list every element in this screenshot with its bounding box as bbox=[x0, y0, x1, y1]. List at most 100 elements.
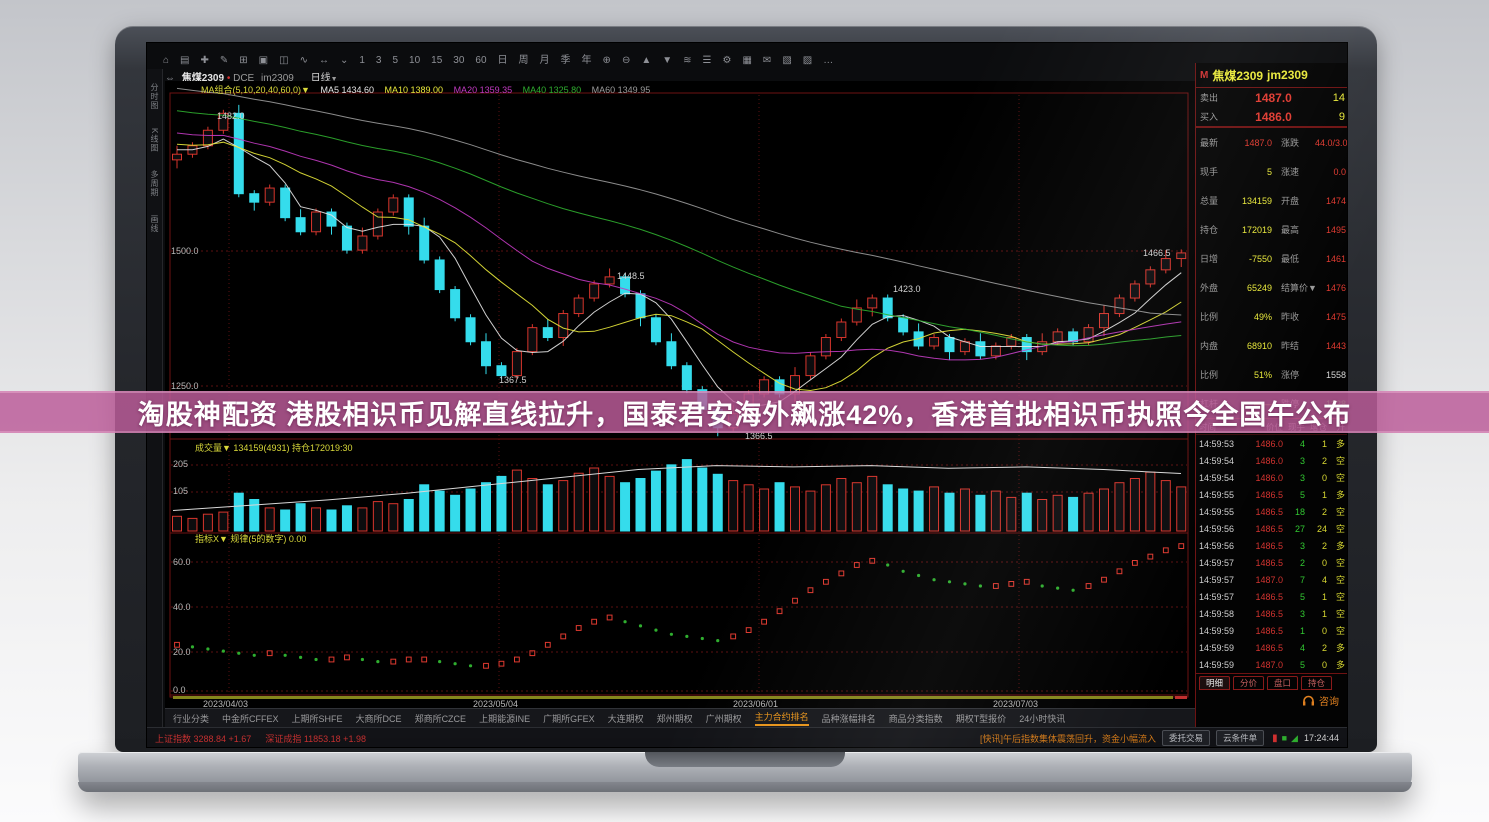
toolbar-icon[interactable]: ◫ bbox=[279, 54, 288, 67]
status-bar-button[interactable]: 云条件单 bbox=[1216, 730, 1264, 746]
toolbar-icon[interactable]: 5 bbox=[392, 54, 398, 67]
toolbar-icon[interactable]: 10 bbox=[409, 54, 420, 67]
toolbar-icon[interactable]: 30 bbox=[453, 54, 464, 67]
ma-indicator-header[interactable]: MA组合(5,10,20,40,60,0)▼ MA5 1434.60 MA10 … bbox=[201, 83, 650, 96]
left-strip-tab[interactable]: 分时图 bbox=[149, 83, 160, 110]
toolbar-icon[interactable]: ▼ bbox=[662, 54, 672, 67]
quote-stat-row: 持仓172019最高1495 bbox=[1196, 215, 1348, 244]
tick-row: 14:59:541486.030空 bbox=[1196, 469, 1348, 486]
index-ticker-b: 深证成指 11853.18 +1.98 bbox=[265, 732, 366, 745]
toolbar-icon[interactable]: 60 bbox=[475, 54, 486, 67]
laptop-lid: ⌂▤✚✎⊞▣◫∿↔⌄13510153060日周月季年⊕⊖▲▼≋☰⚙▦✉▧▨… ⇔… bbox=[115, 26, 1377, 752]
toolbar-icon[interactable]: 日 bbox=[498, 54, 508, 67]
toolbar-icon[interactable]: ⊖ bbox=[622, 54, 630, 67]
toolbar-icon[interactable]: 年 bbox=[582, 54, 592, 67]
toolbar-icon[interactable]: 3 bbox=[376, 54, 382, 67]
quote-stat-row: 最新1487.0涨跌44.0/3.0 bbox=[1196, 128, 1348, 157]
left-strip-tab[interactable]: 多周期 bbox=[149, 170, 160, 197]
toolbar-icon[interactable]: ⌄ bbox=[340, 54, 348, 67]
toolbar-icon[interactable]: ✎ bbox=[220, 54, 228, 67]
tick-list: 14:59:531486.041多14:59:541486.032空14:59:… bbox=[1196, 435, 1348, 673]
status-bar-button[interactable]: 委托交易 bbox=[1162, 730, 1210, 746]
status-bar: 上证指数 3288.84 +1.67 深证成指 11853.18 +1.98 [… bbox=[147, 727, 1348, 748]
connection-square-icon: ■ bbox=[1282, 733, 1287, 743]
volume-pane-header[interactable]: 成交量▼ 134159(4931) 持仓172019:30 bbox=[195, 441, 353, 454]
market-tab[interactable]: 上期能源INE bbox=[479, 712, 530, 725]
quote-symbol: 焦煤2309 bbox=[1212, 67, 1263, 84]
market-tab[interactable]: 郑州期权 bbox=[657, 712, 693, 725]
price-axis-tick: 1500.0 bbox=[171, 246, 199, 256]
ma-value: MA10 1389.00 bbox=[382, 85, 443, 95]
market-tab[interactable]: 大商所DCE bbox=[356, 712, 402, 725]
quote-stat-row: 比例51%涨停1558 bbox=[1196, 360, 1348, 389]
toolbar-icon[interactable]: 15 bbox=[431, 54, 442, 67]
tick-row: 14:59:571487.074空 bbox=[1196, 571, 1348, 588]
toolbar-icon[interactable]: ▲ bbox=[641, 54, 651, 67]
sub-indicator-header[interactable]: 指标X▼ 规律(5的数字) 0.00 bbox=[195, 532, 306, 545]
alert-bar-icon: ▮ bbox=[1272, 733, 1278, 744]
quote-stat-row: 外盘65249结算价▼1476 bbox=[1196, 273, 1348, 302]
toolbar-icon[interactable]: 月 bbox=[540, 54, 550, 67]
tick-row: 14:59:591487.050多 bbox=[1196, 656, 1348, 673]
toolbar-icon[interactable]: ✉ bbox=[763, 54, 771, 67]
toolbar-icon[interactable]: ⊞ bbox=[239, 54, 247, 67]
volume-axis-tick: 205 bbox=[173, 459, 188, 469]
toolbar-icon[interactable]: ☰ bbox=[703, 54, 712, 67]
toolbar-icon[interactable]: ✚ bbox=[201, 54, 209, 67]
toolbar-icon[interactable]: ▤ bbox=[180, 54, 189, 67]
toolbar-icon[interactable]: ⊕ bbox=[603, 54, 611, 67]
toolbar-icon[interactable]: ⚙ bbox=[723, 54, 732, 67]
market-tab[interactable]: 24小时快讯 bbox=[1019, 712, 1065, 725]
toolbar-icon[interactable]: ∿ bbox=[300, 54, 308, 67]
market-tabs-bar: 行业分类中金所CFFEX 上期所SHFE 大商所DCE 郑商所CZCE 上期能源INE 广… bbox=[165, 708, 1195, 727]
ma-value: MA20 1359.35 bbox=[451, 85, 512, 95]
market-tab[interactable]: 品种涨幅排名 bbox=[822, 712, 876, 725]
toolbar-icon[interactable]: ▦ bbox=[742, 54, 751, 67]
oscillator-axis-tick: 40.0 bbox=[173, 602, 191, 612]
left-strip-tab[interactable]: K线图 bbox=[149, 128, 160, 152]
service-row[interactable]: 咨询 bbox=[1196, 692, 1348, 708]
toolbar-icon[interactable]: 周 bbox=[519, 54, 529, 67]
toolbar-icon[interactable]: ↔ bbox=[319, 54, 329, 67]
index-ticker-a: 上证指数 3288.84 +1.67 bbox=[155, 732, 251, 745]
clock-time: 17:24:44 bbox=[1304, 733, 1339, 743]
tick-row: 14:59:571486.520空 bbox=[1196, 554, 1348, 571]
ma-value: MA5 1434.60 bbox=[318, 85, 374, 95]
toolbar-icon[interactable]: ▨ bbox=[803, 54, 812, 67]
toolbar-icon[interactable]: ▧ bbox=[782, 54, 791, 67]
toolbar-icon[interactable]: 1 bbox=[359, 54, 365, 67]
market-tab[interactable]: 商品分类指数 bbox=[889, 712, 943, 725]
market-tab[interactable]: 行业分类 bbox=[173, 712, 209, 725]
promo-banner-text: 淘股神配资 港股相识币见解直线拉升，国泰君安海外飙涨42%，香港首批相识币执照今… bbox=[138, 393, 1352, 432]
toolbar-icon[interactable]: ▣ bbox=[259, 54, 268, 67]
tick-tab-2[interactable]: 分价 bbox=[1233, 676, 1264, 690]
ma-combo-label[interactable]: MA组合(5,10,20,40,60,0)▼ bbox=[201, 85, 310, 95]
left-strip-tab[interactable]: 画线 bbox=[149, 215, 160, 233]
toolbar-icon[interactable]: … bbox=[823, 54, 833, 67]
market-tab[interactable]: 主力合约排名 bbox=[755, 710, 809, 726]
market-tab[interactable]: 上期所SHFE bbox=[292, 712, 343, 725]
quote-stats: 最新1487.0涨跌44.0/3.0现手5涨速0.0总量134159开盘1474… bbox=[1196, 127, 1348, 419]
quote-stat-row: 总量134159开盘1474 bbox=[1196, 186, 1348, 215]
toolbar-icon[interactable]: 季 bbox=[561, 54, 571, 67]
tick-row: 14:59:561486.52724空 bbox=[1196, 520, 1348, 537]
ask-row[interactable]: 卖出 1487.0 14 bbox=[1196, 88, 1348, 107]
tick-tab-3[interactable]: 盘口 bbox=[1267, 676, 1298, 690]
toolbar-icon[interactable]: ⌂ bbox=[163, 54, 169, 67]
news-ticker[interactable]: [快讯]午后指数集体震荡回升，资金小幅流入 bbox=[980, 732, 1156, 745]
flag-icon: M bbox=[1200, 70, 1208, 81]
market-tab[interactable]: 期权T型报价 bbox=[956, 712, 1007, 725]
promo-banner[interactable]: 淘股神配资 港股相识币见解直线拉升，国泰君安海外飙涨42%，香港首批相识币执照今… bbox=[0, 391, 1489, 433]
bid-row[interactable]: 买入 1486.0 9 bbox=[1196, 107, 1348, 127]
market-tab[interactable]: 中金所CFFEX bbox=[222, 712, 279, 725]
market-tab[interactable]: 广期所GFEX bbox=[543, 712, 595, 725]
tick-row: 14:59:591486.510空 bbox=[1196, 622, 1348, 639]
market-tab[interactable]: 广州期权 bbox=[706, 712, 742, 725]
top-toolbar: ⌂ ▤ ✚ ✎ ⊞ ▣ ◫ ∿ ↔ ⌄ 135 10 15 30 60 日周月季年 ⊕ ⊖ ▲ ▼ ≋ ☰ ⚙ ▦ ✉ ▧ ▨ … bbox=[163, 53, 1343, 68]
market-tab[interactable]: 大连期权 bbox=[608, 712, 644, 725]
tick-tab-4[interactable]: 持仓 bbox=[1301, 676, 1332, 690]
tick-tab-1[interactable]: 明细 bbox=[1199, 676, 1230, 690]
headset-icon bbox=[1302, 695, 1315, 706]
market-tab[interactable]: 郑商所CZCE bbox=[415, 712, 467, 725]
toolbar-icon[interactable]: ≋ bbox=[683, 54, 691, 67]
